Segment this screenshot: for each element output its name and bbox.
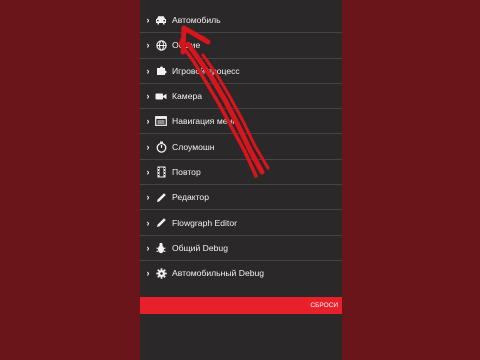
menu-item-gameplay[interactable]: › Игровой процесс: [140, 57, 342, 83]
menu-item-label: Общие: [172, 40, 201, 51]
chevron-right-icon: ›: [146, 116, 150, 127]
chevron-right-icon: ›: [146, 65, 150, 76]
menu-item-slowmotion[interactable]: › Слоумошн: [140, 133, 342, 158]
chevron-right-icon: ›: [146, 268, 150, 279]
menu-item-label: Автомобильный Debug: [172, 268, 265, 279]
menu-navigation-icon: [154, 115, 168, 127]
menu-item-label: Повтор: [172, 166, 201, 177]
chevron-right-icon: ›: [146, 217, 150, 228]
menu-item-label: Навигация меню: [172, 116, 239, 127]
pencil-icon: [154, 217, 168, 229]
stopwatch-icon: [154, 141, 168, 153]
reset-button-label: СБРОСИ: [310, 302, 338, 309]
chevron-right-icon: ›: [146, 141, 150, 152]
chevron-right-icon: ›: [146, 15, 150, 26]
video-camera-icon: [154, 90, 168, 102]
menu-item-label: Автомобиль: [172, 15, 221, 26]
car-icon: [154, 14, 168, 26]
settings-menu: › Автомобиль › Общие › Игровой процесс ›: [140, 8, 342, 285]
menu-item-label: Слоумошн: [172, 141, 215, 152]
chevron-right-icon: ›: [146, 166, 150, 177]
menu-item-car-debug[interactable]: › Автомобильный Debug: [140, 259, 342, 285]
menu-item-camera[interactable]: › Камера: [140, 82, 342, 108]
puzzle-icon: [154, 65, 168, 77]
pencil-icon: [154, 191, 168, 203]
menu-item-general-debug[interactable]: › Общий Debug: [140, 234, 342, 260]
menu-item-general[interactable]: › Общие: [140, 32, 342, 57]
bug-icon: [154, 242, 168, 254]
menu-item-label: Общий Debug: [172, 242, 228, 253]
globe-icon: [154, 39, 168, 51]
film-icon: [154, 166, 168, 178]
settings-panel: › Автомобиль › Общие › Игровой процесс ›: [140, 0, 342, 360]
menu-item-menu-navigation[interactable]: › Навигация меню: [140, 108, 342, 133]
menu-item-label: Редактор: [172, 192, 209, 203]
gear-icon: [154, 267, 168, 279]
menu-item-label: Игровой процесс: [172, 65, 240, 76]
menu-item-editor[interactable]: › Редактор: [140, 184, 342, 209]
menu-item-label: Flowgraph Editor: [172, 217, 237, 228]
chevron-right-icon: ›: [146, 192, 150, 203]
menu-item-car[interactable]: › Автомобиль: [140, 8, 342, 32]
menu-item-flowgraph-editor[interactable]: › Flowgraph Editor: [140, 209, 342, 234]
chevron-right-icon: ›: [146, 242, 150, 253]
chevron-right-icon: ›: [146, 91, 150, 102]
menu-item-label: Камера: [172, 91, 203, 102]
chevron-right-icon: ›: [146, 40, 150, 51]
menu-item-replay[interactable]: › Повтор: [140, 158, 342, 184]
reset-button[interactable]: СБРОСИ: [140, 297, 342, 314]
